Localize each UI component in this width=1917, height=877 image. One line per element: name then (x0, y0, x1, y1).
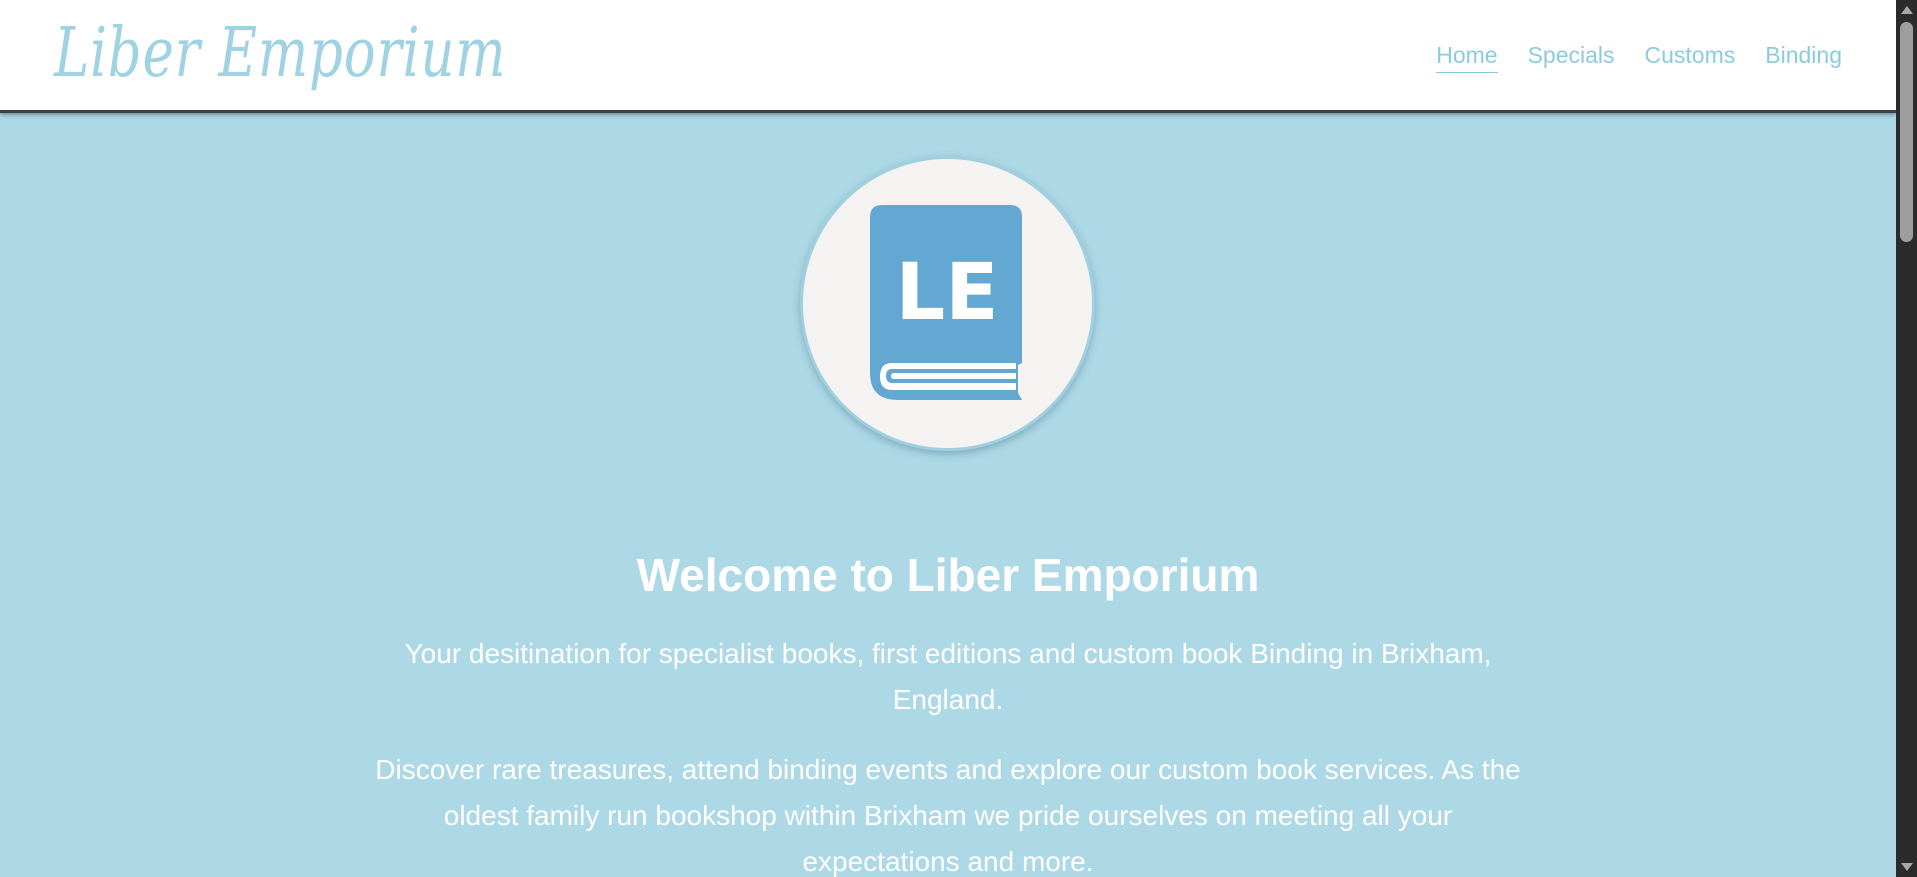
page: Liber Emporium Home Specials Customs Bin… (0, 0, 1917, 877)
scroll-down-arrow-icon[interactable] (1901, 863, 1913, 871)
nav-specials[interactable]: Specials (1528, 42, 1615, 73)
hero-description: Discover rare treasures, attend binding … (375, 754, 1521, 877)
brand-logo-text[interactable]: Liber Emporium (54, 14, 506, 93)
site-header: Liber Emporium Home Specials Customs Bin… (0, 0, 1896, 113)
nav-customs[interactable]: Customs (1645, 42, 1736, 73)
scroll-up-arrow-icon[interactable] (1901, 6, 1913, 14)
scroll-thumb[interactable] (1900, 22, 1913, 242)
logo-initials: LE (896, 248, 999, 338)
hero-intro: Your desitination for specialist books, … (404, 638, 1492, 715)
nav-home[interactable]: Home (1436, 42, 1498, 73)
hero-logo: LE (800, 156, 1095, 451)
vertical-scrollbar[interactable] (1896, 0, 1917, 877)
nav-binding[interactable]: Binding (1765, 42, 1842, 73)
page-title: Welcome to Liber Emporium (636, 549, 1260, 601)
main-nav: Home Specials Customs Binding (1436, 42, 1842, 73)
book-icon: LE (870, 205, 1022, 400)
